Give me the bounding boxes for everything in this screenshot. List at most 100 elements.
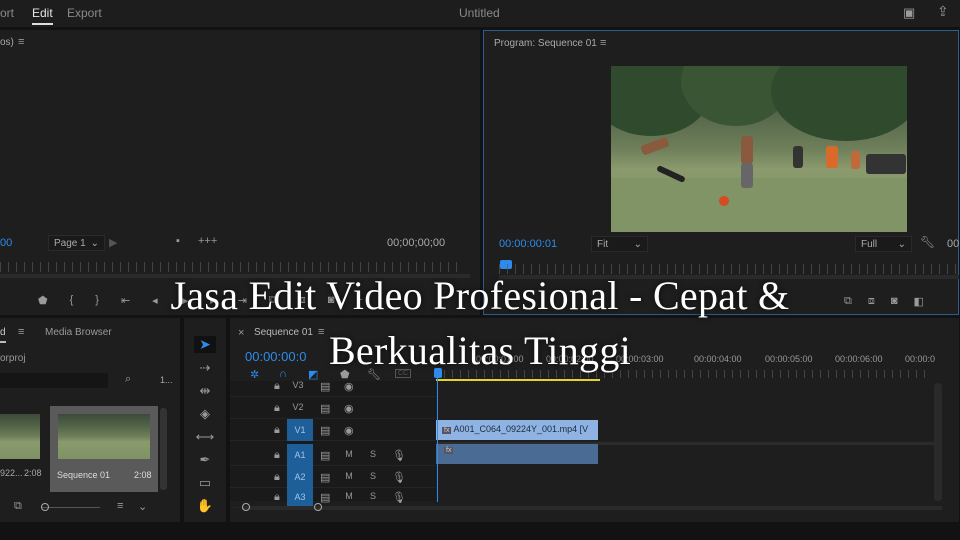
- workspace-bar: ort Edit Export Untitled ▣ ⇪: [0, 0, 960, 28]
- panel-menu-icon[interactable]: ≡: [18, 36, 24, 48]
- program-header: Program: Sequence 01: [494, 38, 597, 49]
- chevron-down-icon: ⌄: [90, 237, 99, 249]
- ripple-edit-tool-icon[interactable]: ⇹: [200, 383, 211, 399]
- project-scrollbar[interactable]: [160, 408, 167, 490]
- scroll-handle-right[interactable]: [314, 503, 322, 511]
- tab-export[interactable]: Export: [67, 6, 102, 20]
- lock-icon[interactable]: 🔒︎: [274, 402, 280, 415]
- project-item-selected[interactable]: Sequence 01 2:08: [50, 406, 158, 492]
- item-count: 1...: [160, 375, 173, 385]
- microphone-icon[interactable]: 🎙︎: [392, 491, 406, 504]
- track-header: 🔒︎ V2 ▤ ◉: [230, 397, 436, 419]
- track-header: 🔒︎ A1 ▤ M S 🎙︎: [230, 444, 436, 466]
- video-clip[interactable]: fx A001_C064_09224Y_001.mp4 [V: [436, 420, 598, 440]
- program-video-frame: [611, 66, 907, 232]
- zoom-select-value: Fit: [597, 238, 609, 250]
- track-header: 🔒︎ V3 ▤ ◉: [230, 375, 436, 397]
- item-duration: 2:08: [134, 470, 152, 480]
- track-header: 🔒︎ A3 ▤ M S 🎙︎: [230, 486, 436, 508]
- overlay-title-line-1: Jasa Edit Video Profesional - Cepat &: [170, 273, 790, 318]
- timeline-vertical-scrollbar[interactable]: [934, 383, 942, 501]
- hand-tool-icon[interactable]: ✋: [197, 498, 213, 514]
- razor-tool-icon[interactable]: ◈: [200, 406, 210, 422]
- tab-edit[interactable]: Edit: [32, 6, 53, 25]
- chevron-down-icon[interactable]: ⌄: [138, 500, 147, 513]
- chevron-down-icon: ⌄: [633, 238, 642, 250]
- timeline-horizontal-scrollbar[interactable]: [242, 506, 942, 510]
- solo-button[interactable]: S: [362, 491, 384, 501]
- item-name: Sequence 01: [57, 470, 111, 480]
- zoom-slider[interactable]: [42, 507, 100, 508]
- lock-icon[interactable]: 🔒︎: [274, 424, 280, 437]
- solo-button[interactable]: S: [362, 471, 384, 481]
- microphone-icon[interactable]: 🎙︎: [392, 471, 406, 484]
- eye-icon[interactable]: ◉: [344, 380, 354, 393]
- track-label[interactable]: V3: [287, 380, 309, 390]
- clip-name: A001_C064_09224Y_001.mp4 [V: [453, 424, 589, 434]
- quality-select-value: Full: [861, 238, 878, 250]
- sync-lock-icon[interactable]: ▤: [320, 380, 330, 393]
- fx-badge-icon: fx: [442, 427, 452, 434]
- wrench-icon[interactable]: 🔧︎: [920, 235, 935, 249]
- solo-button[interactable]: S: [362, 449, 384, 459]
- mute-button[interactable]: M: [338, 471, 360, 481]
- item-name: 922...: [0, 468, 23, 478]
- project-item[interactable]: 922... 2:08: [0, 406, 42, 486]
- quality-select[interactable]: Full ⌄: [855, 236, 912, 252]
- sequence-thumbnail: [58, 414, 150, 459]
- track-label[interactable]: V1: [287, 419, 313, 441]
- settings-square-icon[interactable]: ▪: [176, 235, 180, 247]
- slip-tool-icon[interactable]: ⟷: [196, 429, 215, 445]
- sync-lock-icon[interactable]: ▤: [320, 449, 330, 462]
- rectangle-tool-icon[interactable]: ▭: [199, 475, 211, 491]
- source-ruler[interactable]: [0, 262, 462, 272]
- track-label[interactable]: A1: [287, 444, 313, 466]
- tab-import[interactable]: ort: [0, 6, 14, 20]
- page-select[interactable]: Page 1 ⌄: [48, 235, 105, 251]
- track-label[interactable]: V2: [287, 402, 309, 412]
- playhead-line: [437, 378, 438, 502]
- mute-button[interactable]: M: [338, 449, 360, 459]
- mute-button[interactable]: M: [338, 491, 360, 501]
- source-timecode[interactable]: 00: [0, 237, 12, 249]
- track-label[interactable]: A3: [287, 486, 313, 508]
- lock-icon[interactable]: 🔒︎: [274, 491, 280, 504]
- panel-menu-icon[interactable]: ≡: [600, 37, 606, 49]
- lock-icon[interactable]: 🔒︎: [274, 380, 280, 393]
- track-label[interactable]: A2: [287, 466, 313, 488]
- track-header: 🔒︎ A2 ▤ M S 🎙︎: [230, 466, 436, 488]
- freeform-view-icon[interactable]: ⧉: [14, 500, 22, 513]
- next-page-icon[interactable]: ▶: [109, 236, 117, 249]
- sync-lock-icon[interactable]: ▤: [320, 471, 330, 484]
- sort-icon[interactable]: ≡: [117, 500, 123, 512]
- audio-waveform-icon[interactable]: +++: [198, 235, 217, 247]
- find-icon[interactable]: ⌕: [125, 373, 131, 386]
- microphone-icon[interactable]: 🎙︎: [392, 449, 406, 462]
- audio-clip[interactable]: fx: [436, 444, 598, 464]
- zoom-select[interactable]: Fit ⌄: [591, 236, 648, 252]
- eye-icon[interactable]: ◉: [344, 424, 354, 437]
- track-header: 🔒︎ V1 ▤ ◉: [230, 419, 436, 441]
- zoom-slider-handle[interactable]: [41, 503, 49, 511]
- lock-icon[interactable]: 🔒︎: [274, 449, 280, 462]
- share-icon[interactable]: ⇪: [937, 3, 949, 20]
- clip-thumbnail: [0, 414, 40, 459]
- pen-tool-icon[interactable]: ✒: [200, 452, 211, 468]
- quick-export-icon[interactable]: ▣: [903, 5, 915, 21]
- item-duration: 2:08: [24, 468, 42, 478]
- eye-icon[interactable]: ◉: [344, 402, 354, 415]
- sync-lock-icon[interactable]: ▤: [320, 424, 330, 437]
- sync-lock-icon[interactable]: ▤: [320, 402, 330, 415]
- chevron-down-icon: ⌄: [897, 238, 906, 250]
- source-header: os): [0, 37, 14, 48]
- lock-icon[interactable]: 🔒︎: [274, 471, 280, 484]
- project-title: Untitled: [459, 6, 500, 20]
- sync-lock-icon[interactable]: ▤: [320, 491, 330, 504]
- work-area-bar[interactable]: [436, 379, 600, 381]
- fx-badge-icon: fx: [444, 447, 454, 454]
- page-select-value: Page 1: [54, 237, 86, 249]
- program-timecode[interactable]: 00:00:00:01: [499, 238, 557, 250]
- program-duration: 00:: [947, 238, 960, 250]
- project-search-input[interactable]: [0, 373, 108, 388]
- scroll-handle-left[interactable]: [242, 503, 250, 511]
